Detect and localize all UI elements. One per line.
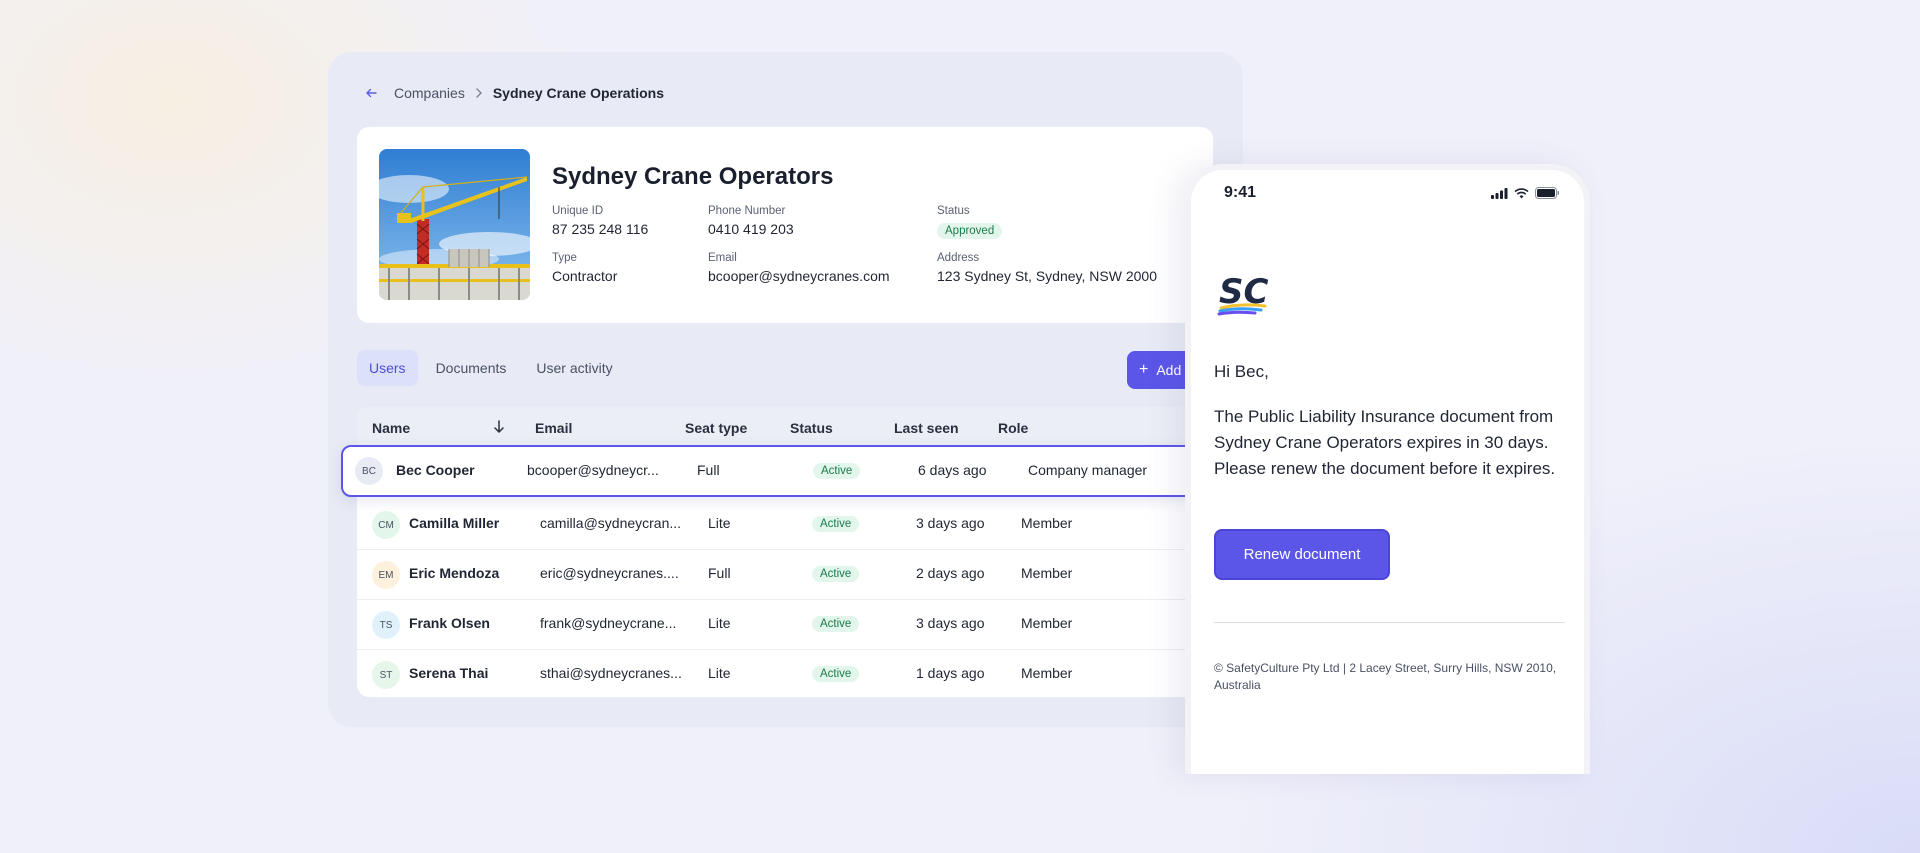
header-status[interactable]: Status (790, 420, 833, 436)
add-button-label: Add (1156, 362, 1182, 378)
user-email: eric@sydneycranes.... (540, 565, 679, 581)
safetyculture-logo: SC (1217, 270, 1275, 321)
phone-label: Phone Number (708, 205, 786, 217)
plus-icon: + (1139, 361, 1149, 378)
last-seen: 6 days ago (918, 462, 987, 478)
status-badge: Active (812, 516, 860, 532)
phone-email-preview: 9:41 SC Hi Bec, The Public Liability Ins… (1185, 164, 1590, 774)
user-role: Company manager (1028, 462, 1148, 478)
tab-users[interactable]: Users (357, 350, 418, 386)
unique-id-field: Unique ID 87 235 248 116 (552, 205, 648, 237)
avatar: TS (372, 611, 400, 639)
user-role: Member (1021, 615, 1073, 631)
user-email: sthai@sydneycranes... (540, 665, 682, 681)
user-role: Member (1021, 565, 1073, 581)
signal-icon (1491, 187, 1508, 199)
avatar: BC (355, 457, 383, 485)
email-field: Email bcooper@sydneycranes.com (708, 252, 890, 284)
avatar: CM (372, 511, 400, 539)
seat-type: Lite (708, 515, 731, 531)
seat-type: Full (708, 565, 731, 581)
table-row[interactable]: TS Frank Olsen frank@sydneycrane... Lite… (357, 600, 1213, 650)
last-seen: 1 days ago (916, 665, 985, 681)
divider (1214, 622, 1565, 623)
unique-id-value: 87 235 248 116 (552, 221, 649, 237)
phone-time: 9:41 (1224, 184, 1257, 201)
user-email: bcooper@sydneycr... (527, 462, 659, 478)
status-badge: Active (812, 616, 860, 632)
email-label: Email (708, 252, 737, 264)
address-label: Address (937, 252, 980, 264)
status-badge: Active (812, 566, 860, 582)
table-row[interactable]: CM Camilla Miller camilla@sydneycran... … (357, 500, 1213, 550)
avatar: ST (372, 661, 400, 689)
table-row[interactable]: EM Eric Mendoza eric@sydneycranes.... Fu… (357, 550, 1213, 600)
last-seen: 3 days ago (916, 615, 985, 631)
renew-document-button[interactable]: Renew document (1214, 529, 1390, 580)
seat-type: Lite (708, 665, 731, 681)
chevron-right-icon (475, 87, 483, 99)
company-panel: Companies Sydney Crane Operations Sydney… (328, 52, 1243, 727)
email-value: bcooper@sydneycranes.com (708, 268, 890, 284)
status-badge: Active (812, 666, 860, 682)
user-role: Member (1021, 665, 1073, 681)
header-name[interactable]: Name (372, 420, 410, 436)
table-row-highlighted[interactable]: BC Bec Cooper bcooper@sydneycr... Full A… (341, 445, 1201, 497)
battery-icon (1535, 187, 1559, 199)
type-field: Type Contractor (552, 252, 617, 284)
user-name: Camilla Miller (409, 515, 500, 531)
user-email: camilla@sydneycran... (540, 515, 682, 531)
status-badge: Active (813, 463, 861, 479)
header-seat-type[interactable]: Seat type (685, 420, 747, 436)
back-arrow-icon[interactable] (362, 84, 380, 102)
status-badge: Approved (937, 223, 1003, 239)
company-card: Sydney Crane Operators Unique ID 87 235 … (357, 127, 1213, 323)
tab-user-activity[interactable]: User activity (524, 350, 624, 386)
breadcrumb: Companies Sydney Crane Operations (362, 82, 664, 104)
status-label: Status (937, 205, 970, 217)
company-name: Sydney Crane Operators (552, 163, 834, 190)
last-seen: 2 days ago (916, 565, 985, 581)
unique-id-label: Unique ID (552, 205, 604, 217)
address-field: Address 123 Sydney St, Sydney, NSW 2000 (937, 252, 1157, 284)
address-value: 123 Sydney St, Sydney, NSW 2000 (937, 268, 1157, 284)
header-email[interactable]: Email (535, 420, 572, 436)
phone-status-icons (1491, 187, 1560, 199)
avatar: EM (372, 561, 400, 589)
header-role[interactable]: Role (998, 420, 1028, 436)
breadcrumb-current: Sydney Crane Operations (492, 85, 664, 101)
breadcrumb-companies-link[interactable]: Companies (394, 85, 465, 101)
email-message: The Public Liability Insurance document … (1214, 407, 1556, 478)
sort-down-icon[interactable] (493, 420, 505, 437)
user-name: Eric Mendoza (409, 565, 500, 581)
seat-type: Full (697, 462, 720, 478)
tab-documents[interactable]: Documents (424, 350, 519, 386)
user-name: Frank Olsen (409, 615, 490, 631)
last-seen: 3 days ago (916, 515, 985, 531)
table-row[interactable]: ST Serena Thai sthai@sydneycranes... Lit… (357, 650, 1213, 697)
phone-status-bar: 9:41 (1191, 170, 1584, 216)
tab-bar: Users Documents User activity (357, 350, 625, 386)
wifi-icon (1514, 187, 1529, 198)
phone-field: Phone Number 0410 419 203 (708, 205, 794, 237)
email-greeting: Hi Bec, (1214, 362, 1269, 381)
user-name: Bec Cooper (396, 462, 475, 478)
type-value: Contractor (552, 268, 618, 284)
header-last-seen[interactable]: Last seen (894, 420, 959, 436)
user-role: Member (1021, 515, 1073, 531)
table-header: Name Email Seat type Status Last seen Ro… (357, 407, 1213, 449)
company-photo (379, 149, 530, 300)
user-name: Serena Thai (409, 665, 489, 681)
seat-type: Lite (708, 615, 731, 631)
status-field: Status Approved (937, 205, 1003, 239)
phone-value: 0410 419 203 (708, 221, 794, 237)
email-footer: © SafetyCulture Pty Ltd | 2 Lacey Street… (1214, 661, 1557, 692)
type-label: Type (552, 252, 577, 264)
user-email: frank@sydneycrane... (540, 615, 677, 631)
